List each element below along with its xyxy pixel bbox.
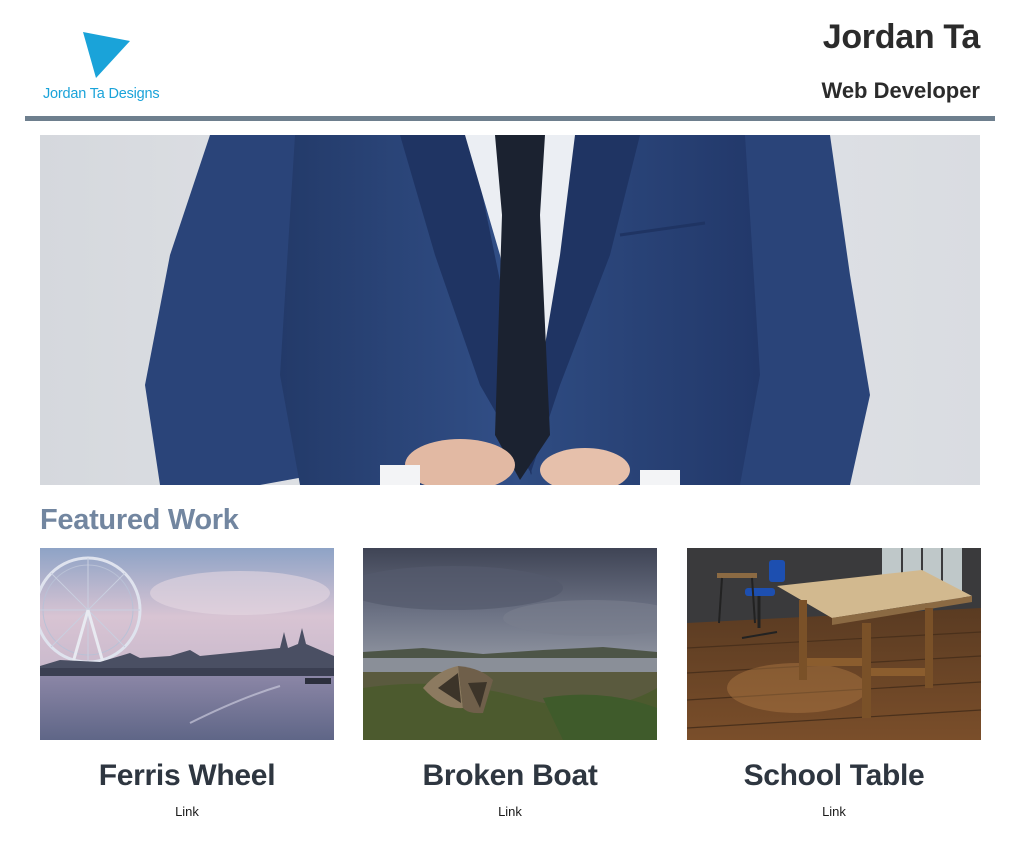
ferris-wheel-image: [40, 548, 334, 740]
site-name: Jordan Ta: [822, 18, 981, 56]
suit-photo-icon: [40, 135, 980, 485]
hero-image: [40, 135, 980, 485]
work-card-title: School Table: [743, 759, 925, 792]
school-table-photo-icon: [687, 548, 981, 740]
work-card-ferris-wheel: Ferris Wheel Link: [40, 548, 334, 838]
logo-link[interactable]: Jordan Ta Designs: [43, 30, 173, 110]
site-role: Web Developer: [821, 78, 980, 103]
featured-work-heading: Featured Work: [40, 504, 239, 536]
site-header: Jordan Ta Designs Jordan Ta Web Develope…: [25, 0, 995, 121]
ferris-wheel-photo-icon: [40, 548, 334, 740]
work-card-link[interactable]: Link: [498, 804, 522, 819]
work-card-broken-boat: Broken Boat Link: [363, 548, 657, 838]
broken-boat-image: [363, 548, 657, 740]
triangle-logo-icon: [83, 32, 130, 78]
work-card-title: Broken Boat: [422, 759, 598, 792]
page: Jordan Ta Designs Jordan Ta Web Develope…: [0, 0, 1020, 850]
broken-boat-photo-icon: [363, 548, 657, 740]
logo-text: Jordan Ta Designs: [43, 86, 160, 102]
work-card-title: Ferris Wheel: [98, 759, 276, 792]
work-card-school-table: School Table Link: [687, 548, 981, 838]
school-table-image: [687, 548, 981, 740]
work-card-link[interactable]: Link: [175, 804, 199, 819]
work-card-link[interactable]: Link: [822, 804, 846, 819]
